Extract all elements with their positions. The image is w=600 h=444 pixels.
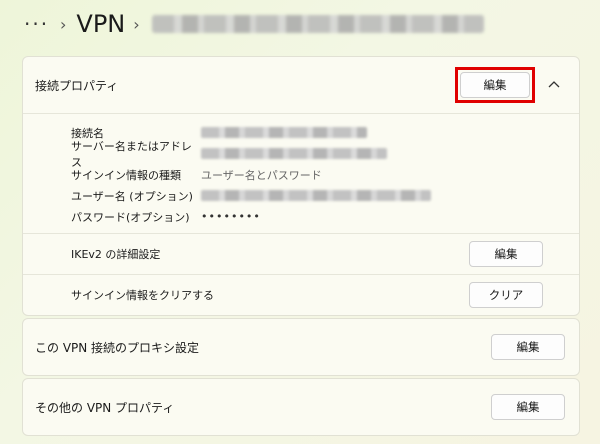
clear-signin-row: サインイン情報をクリアする クリア bbox=[23, 275, 579, 315]
redacted-value bbox=[201, 148, 387, 159]
breadcrumb-vpn[interactable]: VPN bbox=[76, 10, 125, 38]
prop-row: ユーザー名 (オプション) bbox=[71, 185, 579, 206]
other-properties-card: その他の VPN プロパティ 編集 bbox=[22, 378, 580, 436]
prop-label: サインイン情報の種類 bbox=[71, 168, 181, 182]
chevron-up-icon[interactable] bbox=[545, 76, 563, 94]
redacted-value bbox=[201, 127, 367, 138]
chevron-right-icon: › bbox=[133, 14, 140, 34]
proxy-settings-row: この VPN 接続のプロキシ設定 編集 bbox=[23, 319, 579, 375]
connection-details: 接続名 サーバー名またはアドレス サインイン情報の種類 ユーザー名とパスワード … bbox=[23, 114, 579, 233]
prop-label: パスワード(オプション) bbox=[71, 210, 190, 224]
proxy-settings-title: この VPN 接続のプロキシ設定 bbox=[35, 340, 200, 355]
prop-value: ユーザー名とパスワード bbox=[201, 168, 322, 182]
prop-row: パスワード(オプション) •••••••• bbox=[71, 206, 579, 227]
prop-label: ユーザー名 (オプション) bbox=[71, 189, 193, 203]
ikev2-row: IKEv2 の詳細設定 編集 bbox=[23, 234, 579, 274]
proxy-settings-card: この VPN 接続のプロキシ設定 編集 bbox=[22, 318, 580, 376]
other-properties-title: その他の VPN プロパティ bbox=[35, 400, 175, 415]
prop-row: サーバー名またはアドレス bbox=[71, 140, 579, 169]
redacted-connection-name bbox=[151, 15, 484, 33]
edit-ikev2-button[interactable]: 編集 bbox=[469, 241, 543, 267]
chevron-right-icon: › bbox=[60, 14, 67, 34]
connection-properties-title: 接続プロパティ bbox=[35, 78, 119, 93]
ikev2-label: IKEv2 の詳細設定 bbox=[71, 248, 161, 261]
edit-proxy-button[interactable]: 編集 bbox=[491, 334, 565, 360]
redacted-value bbox=[201, 190, 431, 201]
prop-label: サーバー名またはアドレス bbox=[71, 139, 192, 169]
breadcrumb: ··· › VPN › bbox=[24, 8, 484, 40]
other-properties-row: その他の VPN プロパティ 編集 bbox=[23, 379, 579, 435]
highlight-box: 編集 bbox=[455, 67, 535, 103]
edit-other-properties-button[interactable]: 編集 bbox=[491, 394, 565, 420]
connection-properties-header[interactable]: 接続プロパティ 編集 bbox=[23, 57, 579, 113]
clear-signin-button[interactable]: クリア bbox=[469, 282, 543, 308]
password-mask: •••••••• bbox=[201, 210, 261, 223]
connection-properties-card: 接続プロパティ 編集 接続名 サーバー名またはアドレス サインイン情報の種類 ユ… bbox=[22, 56, 580, 316]
edit-connection-button[interactable]: 編集 bbox=[460, 72, 530, 98]
clear-signin-label: サインイン情報をクリアする bbox=[71, 289, 214, 302]
prop-row: サインイン情報の種類 ユーザー名とパスワード bbox=[71, 164, 579, 185]
more-icon[interactable]: ··· bbox=[24, 12, 52, 36]
